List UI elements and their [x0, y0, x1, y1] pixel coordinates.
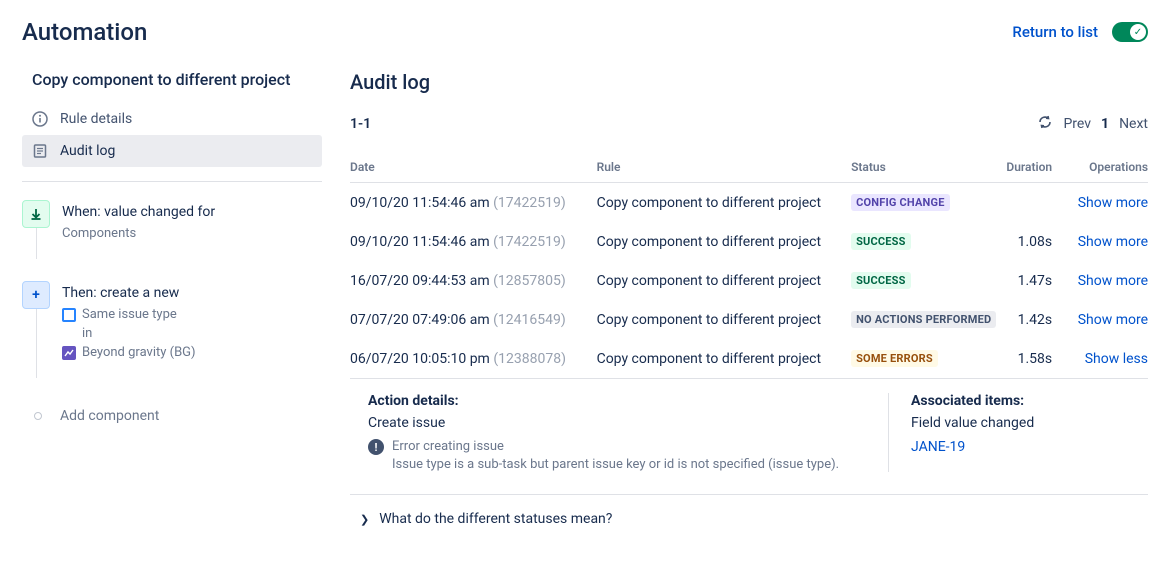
flow-then-title: Then: create a new [62, 285, 322, 301]
detail-panel: Action details: Create issue ! Error cre… [350, 378, 1148, 495]
table-row: 09/10/20 11:54:46 am (17422519) Copy comp… [350, 222, 1148, 261]
entry-duration: 1.58s [1006, 339, 1070, 378]
pagination-current: 1 [1101, 116, 1109, 132]
sidebar-divider [22, 181, 322, 182]
action-name: Create issue [368, 415, 888, 431]
entry-rule: Copy component to different project [597, 222, 852, 261]
add-dot-icon [34, 412, 42, 420]
show-more-link[interactable]: Show more [1078, 195, 1148, 211]
error-icon: ! [368, 439, 384, 455]
info-icon [32, 111, 48, 127]
flow-then-join: in [82, 326, 322, 341]
flow-then-line2: Beyond gravity (BG) [62, 345, 322, 360]
table-row: 09/10/20 11:54:46 am (17422519) Copy comp… [350, 183, 1148, 223]
entry-id: (12416549) [493, 312, 566, 328]
trigger-icon [22, 200, 50, 228]
flow-then-line1: Same issue type [62, 307, 322, 322]
nav-audit-log[interactable]: Audit log [22, 135, 322, 167]
return-to-list-link[interactable]: Return to list [1012, 23, 1098, 41]
page-title: Automation [22, 18, 147, 46]
project-icon [62, 346, 76, 360]
status-badge: SOME ERRORS [851, 350, 938, 367]
col-duration: Duration [1006, 152, 1070, 183]
pagination-next[interactable]: Next [1119, 116, 1148, 132]
entry-date: 09/10/20 11:54:46 am [350, 234, 490, 250]
entry-duration: 1.08s [1006, 222, 1070, 261]
pagination-prev[interactable]: Prev [1063, 116, 1091, 132]
associated-items-heading: Associated items: [911, 393, 1148, 409]
show-more-link[interactable]: Show more [1078, 234, 1148, 250]
status-badge: SUCCESS [851, 233, 911, 250]
result-range: 1-1 [350, 116, 371, 132]
action-details-heading: Action details: [368, 393, 888, 409]
entry-id: (17422519) [493, 195, 566, 211]
col-operations: Operations [1070, 152, 1148, 183]
associated-desc: Field value changed [911, 415, 1148, 431]
entry-date: 16/07/20 09:44:53 am [350, 273, 490, 289]
rule-enabled-toggle[interactable] [1112, 22, 1148, 42]
status-badge: NO ACTIONS PERFORMED [851, 311, 996, 328]
entry-duration [1006, 183, 1070, 223]
entry-id: (12857805) [493, 273, 566, 289]
show-more-link[interactable]: Show more [1078, 273, 1148, 289]
main-title: Audit log [350, 70, 1148, 94]
add-component-button[interactable]: Add component [24, 408, 322, 424]
col-date: Date [350, 152, 597, 183]
entry-date: 07/07/20 07:49:06 am [350, 312, 490, 328]
rule-name-heading: Copy component to different project [22, 70, 322, 89]
entry-rule: Copy component to different project [597, 300, 852, 339]
table-row: 07/07/20 07:49:06 am (12416549) Copy comp… [350, 300, 1148, 339]
entry-id: (12388078) [493, 351, 566, 367]
entry-duration: 1.42s [1006, 300, 1070, 339]
entry-date: 06/07/20 10:05:10 pm [350, 351, 490, 367]
flow-when-sub: Components [62, 226, 322, 241]
entry-date: 09/10/20 11:54:46 am [350, 195, 490, 211]
error-message: Issue type is a sub-task but parent issu… [392, 457, 888, 472]
action-plus-icon: + [22, 281, 50, 309]
col-status: Status [851, 152, 1006, 183]
show-more-link[interactable]: Show less [1085, 351, 1148, 367]
entry-duration: 1.47s [1006, 261, 1070, 300]
entry-id: (17422519) [493, 234, 566, 250]
flow-when-title: When: value changed for [62, 204, 322, 220]
entry-rule: Copy component to different project [597, 261, 852, 300]
associated-issue-link[interactable]: JANE-19 [911, 439, 1148, 455]
issue-type-icon [62, 308, 76, 322]
entry-rule: Copy component to different project [597, 183, 852, 223]
status-badge: SUCCESS [851, 272, 911, 289]
table-row: 16/07/20 09:44:53 am (12857805) Copy comp… [350, 261, 1148, 300]
entry-rule: Copy component to different project [597, 339, 852, 378]
nav-rule-details-label: Rule details [60, 111, 132, 127]
error-title: Error creating issue [392, 439, 504, 454]
nav-audit-log-label: Audit log [60, 143, 115, 159]
col-rule: Rule [597, 152, 852, 183]
nav-rule-details[interactable]: Rule details [22, 103, 322, 135]
status-badge: CONFIG CHANGE [851, 194, 950, 211]
flow-then[interactable]: + Then: create a new Same issue type in … [22, 277, 322, 368]
flow-when[interactable]: When: value changed for Components [22, 196, 322, 249]
show-more-link[interactable]: Show more [1078, 312, 1148, 328]
statuses-help-toggle[interactable]: ❯ What do the different statuses mean? [350, 495, 1148, 527]
table-row: 06/07/20 10:05:10 pm (12388078) Copy comp… [350, 339, 1148, 378]
refresh-icon[interactable] [1037, 114, 1053, 134]
log-icon [32, 143, 48, 159]
chevron-right-icon: ❯ [360, 513, 369, 526]
